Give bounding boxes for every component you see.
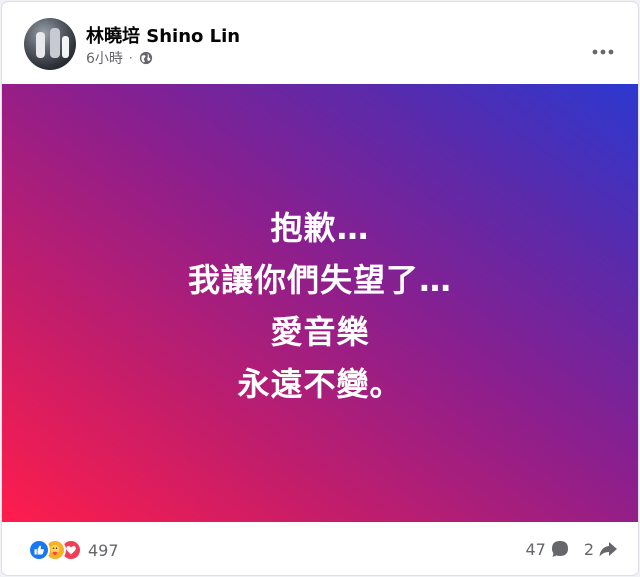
share-icon xyxy=(598,539,618,559)
post-card: 林曉培 Shino Lin 6小時 · 抱歉… 我讓你們失望了… 愛音樂 永遠不… xyxy=(2,2,638,575)
avatar[interactable] xyxy=(24,18,76,70)
comments-count-button[interactable]: 47 xyxy=(525,539,569,559)
like-icon xyxy=(28,539,50,561)
post-footer: 497 47 2 xyxy=(2,522,638,575)
more-horizontal-icon xyxy=(592,40,614,55)
more-options-button[interactable] xyxy=(586,30,620,56)
post-header: 林曉培 Shino Lin 6小時 · xyxy=(2,2,638,84)
comment-count: 47 xyxy=(525,539,546,559)
post-line: 抱歉… xyxy=(270,209,370,247)
shares-count-button[interactable]: 2 xyxy=(584,539,618,559)
meta-separator: · xyxy=(128,51,133,65)
reactions-summary[interactable]: 497 xyxy=(28,539,119,561)
reaction-count: 497 xyxy=(88,540,119,560)
post-line: 永遠不變。 xyxy=(237,365,403,403)
post-message: 抱歉… 我讓你們失望了… 愛音樂 永遠不變。 xyxy=(2,202,638,410)
post-timestamp[interactable]: 6小時 xyxy=(86,48,123,68)
post-line: 愛音樂 xyxy=(270,313,370,351)
post-text-background[interactable]: 抱歉… 我讓你們失望了… 愛音樂 永遠不變。 xyxy=(2,84,638,522)
share-count: 2 xyxy=(583,539,594,559)
globe-icon[interactable] xyxy=(139,51,153,65)
comment-icon xyxy=(550,539,570,559)
post-meta: 6小時 · xyxy=(86,48,153,68)
post-stats: 47 2 xyxy=(525,539,618,559)
post-line: 我讓你們失望了… xyxy=(187,261,452,299)
author-name[interactable]: 林曉培 Shino Lin xyxy=(86,22,240,48)
